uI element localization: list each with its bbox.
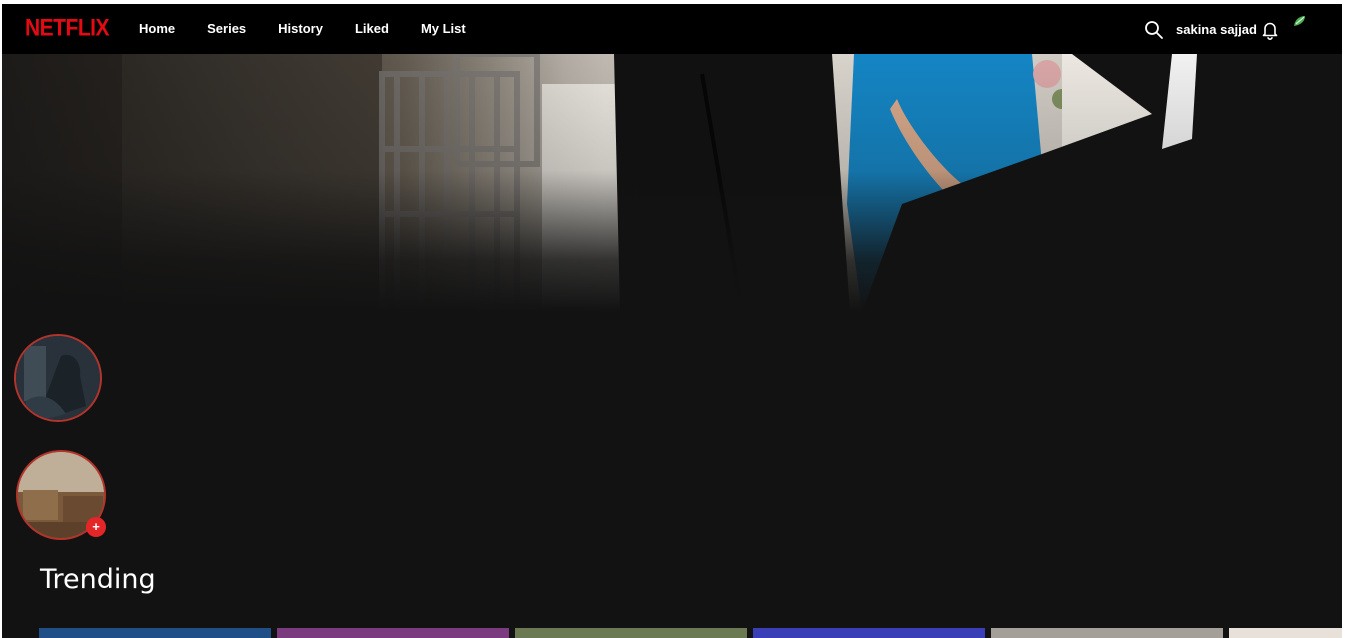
hero-banner[interactable] (2, 54, 1342, 312)
add-story-button[interactable]: + (86, 517, 106, 537)
username[interactable]: sakina sajjad (1176, 22, 1257, 37)
app-frame: NETFLIX Home Series History Liked My Lis… (2, 4, 1342, 638)
header-tools: sakina sajjad (1122, 4, 1342, 54)
trending-card[interactable] (753, 628, 985, 638)
trending-card[interactable] (277, 628, 509, 638)
netflix-logo[interactable]: NETFLIX (25, 15, 110, 43)
nav-series[interactable]: Series (207, 21, 246, 36)
trending-card[interactable] (515, 628, 747, 638)
hero-gradient-bottom (2, 54, 1342, 312)
main-nav: Home Series History Liked My List (139, 21, 498, 36)
trending-title: Trending (40, 564, 156, 595)
trending-card[interactable] (1229, 628, 1342, 638)
top-navigation-bar: NETFLIX Home Series History Liked My Lis… (2, 4, 1342, 54)
story-thumbnail-1[interactable] (14, 334, 102, 422)
bell-icon[interactable] (1261, 20, 1279, 40)
nav-liked[interactable]: Liked (355, 21, 389, 36)
search-icon[interactable] (1144, 20, 1164, 40)
nav-home[interactable]: Home (139, 21, 175, 36)
story-image (16, 336, 100, 420)
trending-row (39, 628, 1342, 638)
nav-history[interactable]: History (278, 21, 323, 36)
trending-card[interactable] (39, 628, 271, 638)
avatar-icon[interactable] (1292, 14, 1308, 28)
nav-my-list[interactable]: My List (421, 21, 466, 36)
trending-card[interactable] (991, 628, 1223, 638)
